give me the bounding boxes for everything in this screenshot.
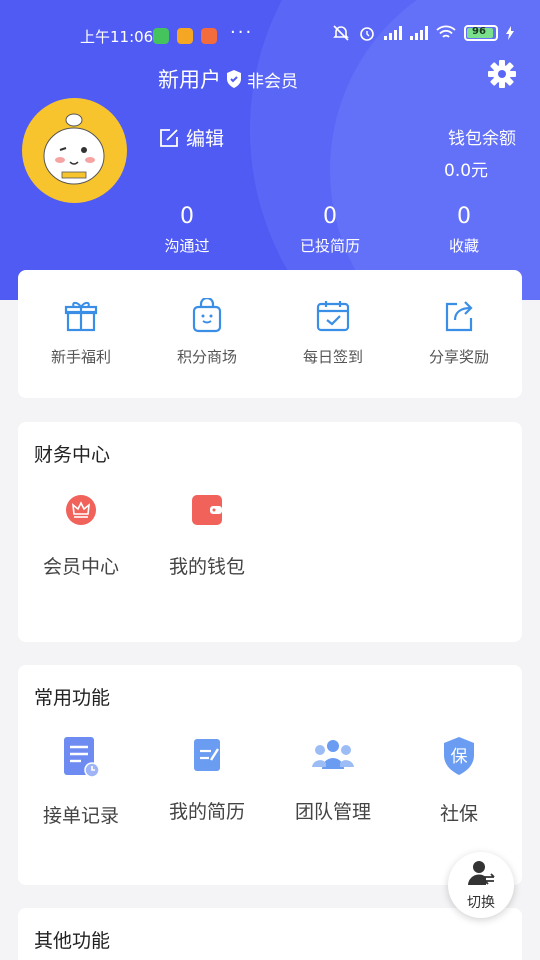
stat-contacted[interactable]: 0 沟通过 <box>137 204 237 256</box>
common-item-label: 团队管理 <box>294 801 371 823</box>
quick-action-share-rewards[interactable]: 分享奖励 <box>396 298 522 367</box>
quick-action-label: 积分商场 <box>176 348 237 366</box>
avatar-image <box>43 113 105 185</box>
stat-label: 已投简历 <box>299 237 360 255</box>
status-time: 上午11:06 <box>80 28 154 46</box>
edit-icon <box>160 128 178 147</box>
quick-action-label: 新手福利 <box>50 348 111 366</box>
battery-icon: 96 <box>464 25 498 41</box>
app-notification-icon <box>201 28 217 44</box>
common-item-label: 我的简历 <box>168 801 245 823</box>
finance-center-card: 财务中心 会员中心 我的钱包 <box>18 422 522 642</box>
share-icon <box>445 301 473 332</box>
stat-value: 0 <box>180 204 194 229</box>
more-notifications-icon: ··· <box>230 22 254 43</box>
order-record-icon <box>64 737 100 778</box>
quick-action-label: 分享奖励 <box>428 348 489 366</box>
section-title: 常用功能 <box>34 687 111 709</box>
wallet-icon <box>192 495 222 525</box>
wechat-notification-icon <box>153 28 169 44</box>
stat-resumes-sent[interactable]: 0 已投简历 <box>280 204 380 256</box>
common-item-label: 接单记录 <box>42 805 119 827</box>
crown-icon <box>66 495 96 525</box>
resume-icon <box>194 739 220 771</box>
username: 新用户 <box>158 68 221 92</box>
finance-item-membership-center[interactable]: 会员中心 <box>18 494 144 579</box>
common-functions-card: 常用功能 接单记录 我的简历 团队管理 保 社保 <box>18 665 522 885</box>
status-bar: 上午11:06 ··· 96 <box>0 22 540 50</box>
quick-action-daily-checkin[interactable]: 每日签到 <box>270 298 396 367</box>
switch-label: 切换 <box>467 895 495 911</box>
charging-icon <box>506 26 514 40</box>
shopping-bag-icon <box>192 298 222 333</box>
team-icon <box>312 740 354 769</box>
avatar[interactable] <box>22 98 127 203</box>
username-row: 新用户 非会员 <box>158 64 298 94</box>
wifi-icon <box>436 25 456 38</box>
status-icons: 96 <box>332 24 514 42</box>
edit-label: 编辑 <box>186 128 225 150</box>
common-item-label: 社保 <box>439 803 478 825</box>
stat-label: 收藏 <box>448 237 479 255</box>
signal-icon <box>410 26 428 40</box>
section-title: 财务中心 <box>34 444 111 466</box>
finance-item-my-wallet[interactable]: 我的钱包 <box>144 494 270 579</box>
calendar-check-icon <box>316 301 350 332</box>
member-status[interactable]: 非会员 <box>247 67 298 92</box>
alarm-icon <box>360 27 374 41</box>
signal-icon <box>384 26 402 40</box>
switch-role-button[interactable]: 切换 <box>448 852 514 918</box>
quick-actions-card: 新手福利 积分商场 每日签到 分享奖励 <box>18 270 522 398</box>
battery-level: 96 <box>472 26 486 37</box>
stat-label: 沟通过 <box>164 237 210 255</box>
shield-badge-text: 保 <box>451 747 468 767</box>
switch-user-icon <box>468 861 495 885</box>
message-notification-icon <box>177 28 193 44</box>
quick-action-label: 每日签到 <box>302 348 363 366</box>
section-title: 其他功能 <box>34 930 111 952</box>
gift-icon <box>64 301 98 332</box>
quick-action-newbie-benefits[interactable]: 新手福利 <box>18 298 144 367</box>
stat-favorites[interactable]: 0 收藏 <box>414 204 514 256</box>
edit-button[interactable]: 编辑 <box>158 124 224 151</box>
finance-item-label: 会员中心 <box>42 556 119 578</box>
wallet-balance-value[interactable]: 0.0元 <box>444 156 488 181</box>
common-item-order-records[interactable]: 接单记录 <box>18 735 144 828</box>
member-badge-icon <box>227 70 241 88</box>
other-functions-card: 其他功能 <box>18 908 522 960</box>
gear-icon[interactable] <box>486 58 518 90</box>
finance-item-label: 我的钱包 <box>168 556 245 578</box>
mute-icon <box>333 25 349 41</box>
wallet-balance-label[interactable]: 钱包余额 <box>448 124 516 149</box>
common-item-team-management[interactable]: 团队管理 <box>270 735 396 824</box>
stat-value: 0 <box>457 204 471 229</box>
quick-action-points-mall[interactable]: 积分商场 <box>144 298 270 367</box>
common-item-social-security[interactable]: 保 社保 <box>396 735 522 826</box>
stat-value: 0 <box>323 204 337 229</box>
social-security-shield-icon: 保 <box>444 737 474 775</box>
common-item-my-resume[interactable]: 我的简历 <box>144 735 270 824</box>
